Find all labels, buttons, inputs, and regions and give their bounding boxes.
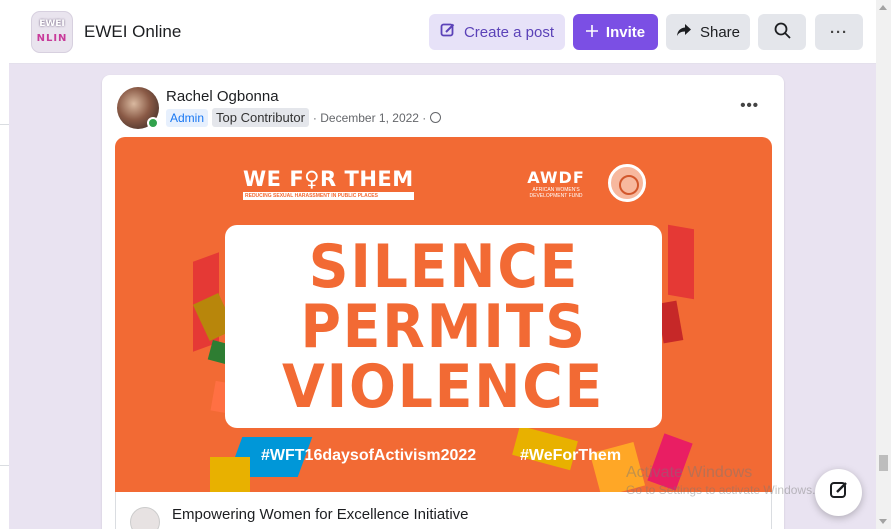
edit-icon	[829, 480, 849, 505]
shared-group-name[interactable]: Empowering Women for Excellence Initiati…	[172, 506, 469, 523]
post-more-button[interactable]: •••	[740, 97, 759, 114]
search-button[interactable]	[758, 14, 806, 50]
slogan-panel: SILENCE PERMITS VIOLENCE	[225, 225, 662, 428]
divider	[0, 465, 9, 466]
post-date[interactable]: · December 1, 2022 ·	[313, 111, 426, 125]
hashtag-weforthem: #WeForThem	[520, 447, 622, 464]
compose-icon	[440, 22, 456, 42]
page-scrollbar[interactable]	[876, 0, 891, 529]
activate-windows-watermark: Activate Windows Go to Settings to activ…	[626, 464, 815, 497]
create-post-label: Create a post	[463, 23, 555, 41]
globe-icon	[430, 112, 442, 123]
share-arrow-icon	[676, 23, 692, 41]
scrollbar-thumb[interactable]	[879, 455, 888, 471]
new-message-button[interactable]	[815, 469, 862, 516]
admin-badge[interactable]: Admin	[166, 108, 209, 127]
post-meta: Admin Top Contributor · December 1, 2022…	[166, 108, 442, 127]
awdf-logo-subtitle: AFRICAN WOMEN'S DEVELOPMENT FUND	[529, 187, 583, 199]
awdf-logo: AWDF AFRICAN WOMEN'S DEVELOPMENT FUND	[525, 168, 587, 199]
post-card: Rachel Ogbonna Admin Top Contributor · D…	[102, 75, 784, 529]
scroll-down-icon[interactable]	[879, 519, 887, 524]
partner-seal-logo	[608, 164, 646, 202]
group-logo[interactable]: EWEI NLIN	[31, 11, 73, 53]
share-button[interactable]: Share	[666, 14, 750, 50]
weforthem-logo-subtitle: REDUCING SEXUAL HARASSMENT IN PUBLIC PLA…	[243, 192, 414, 200]
slogan-line-3: VIOLENCE	[282, 351, 605, 422]
invite-label: Invite	[605, 23, 646, 41]
watermark-title: Activate Windows	[626, 464, 753, 481]
page-left-strip	[0, 0, 9, 529]
post-image[interactable]: WE F♀R THEM REDUCING SEXUAL HARASSMENT I…	[115, 137, 772, 492]
slogan-line-1: SILENCE	[308, 231, 579, 302]
weforthem-logo: WE F♀R THEM REDUCING SEXUAL HARASSMENT I…	[243, 167, 414, 200]
group-title[interactable]: EWEI Online	[84, 22, 181, 42]
online-status-dot	[147, 117, 159, 129]
top-contributor-badge[interactable]: Top Contributor	[212, 108, 309, 127]
shared-group-row[interactable]: Empowering Women for Excellence Initiati…	[115, 492, 772, 529]
more-options-label: ···	[830, 23, 848, 41]
hashtag-campaign: #WFT16daysofActivism2022	[261, 447, 477, 464]
group-logo-text-bottom: NLIN	[36, 33, 68, 44]
slogan-line-2: PERMITS	[300, 291, 587, 362]
more-options-button[interactable]: ···	[815, 14, 863, 50]
search-icon	[774, 22, 791, 43]
divider	[0, 124, 9, 125]
invite-button[interactable]: Invite	[573, 14, 658, 50]
plus-icon	[585, 24, 598, 41]
shared-group-avatar	[130, 507, 160, 529]
scroll-up-icon[interactable]	[879, 5, 887, 10]
group-logo-text-top: EWEI	[39, 19, 65, 29]
decor-shape	[210, 457, 250, 492]
decor-shape	[668, 224, 694, 300]
weforthem-logo-title: WE F♀R THEM	[243, 167, 414, 191]
watermark-subtitle: Go to Settings to activate Windows.	[626, 483, 816, 497]
post-author-name[interactable]: Rachel Ogbonna	[166, 88, 279, 105]
create-post-button[interactable]: Create a post	[429, 14, 565, 50]
group-header: EWEI NLIN EWEI Online Create a post Invi…	[9, 0, 876, 64]
awdf-logo-title: AWDF	[527, 168, 585, 187]
share-label: Share	[699, 23, 741, 41]
